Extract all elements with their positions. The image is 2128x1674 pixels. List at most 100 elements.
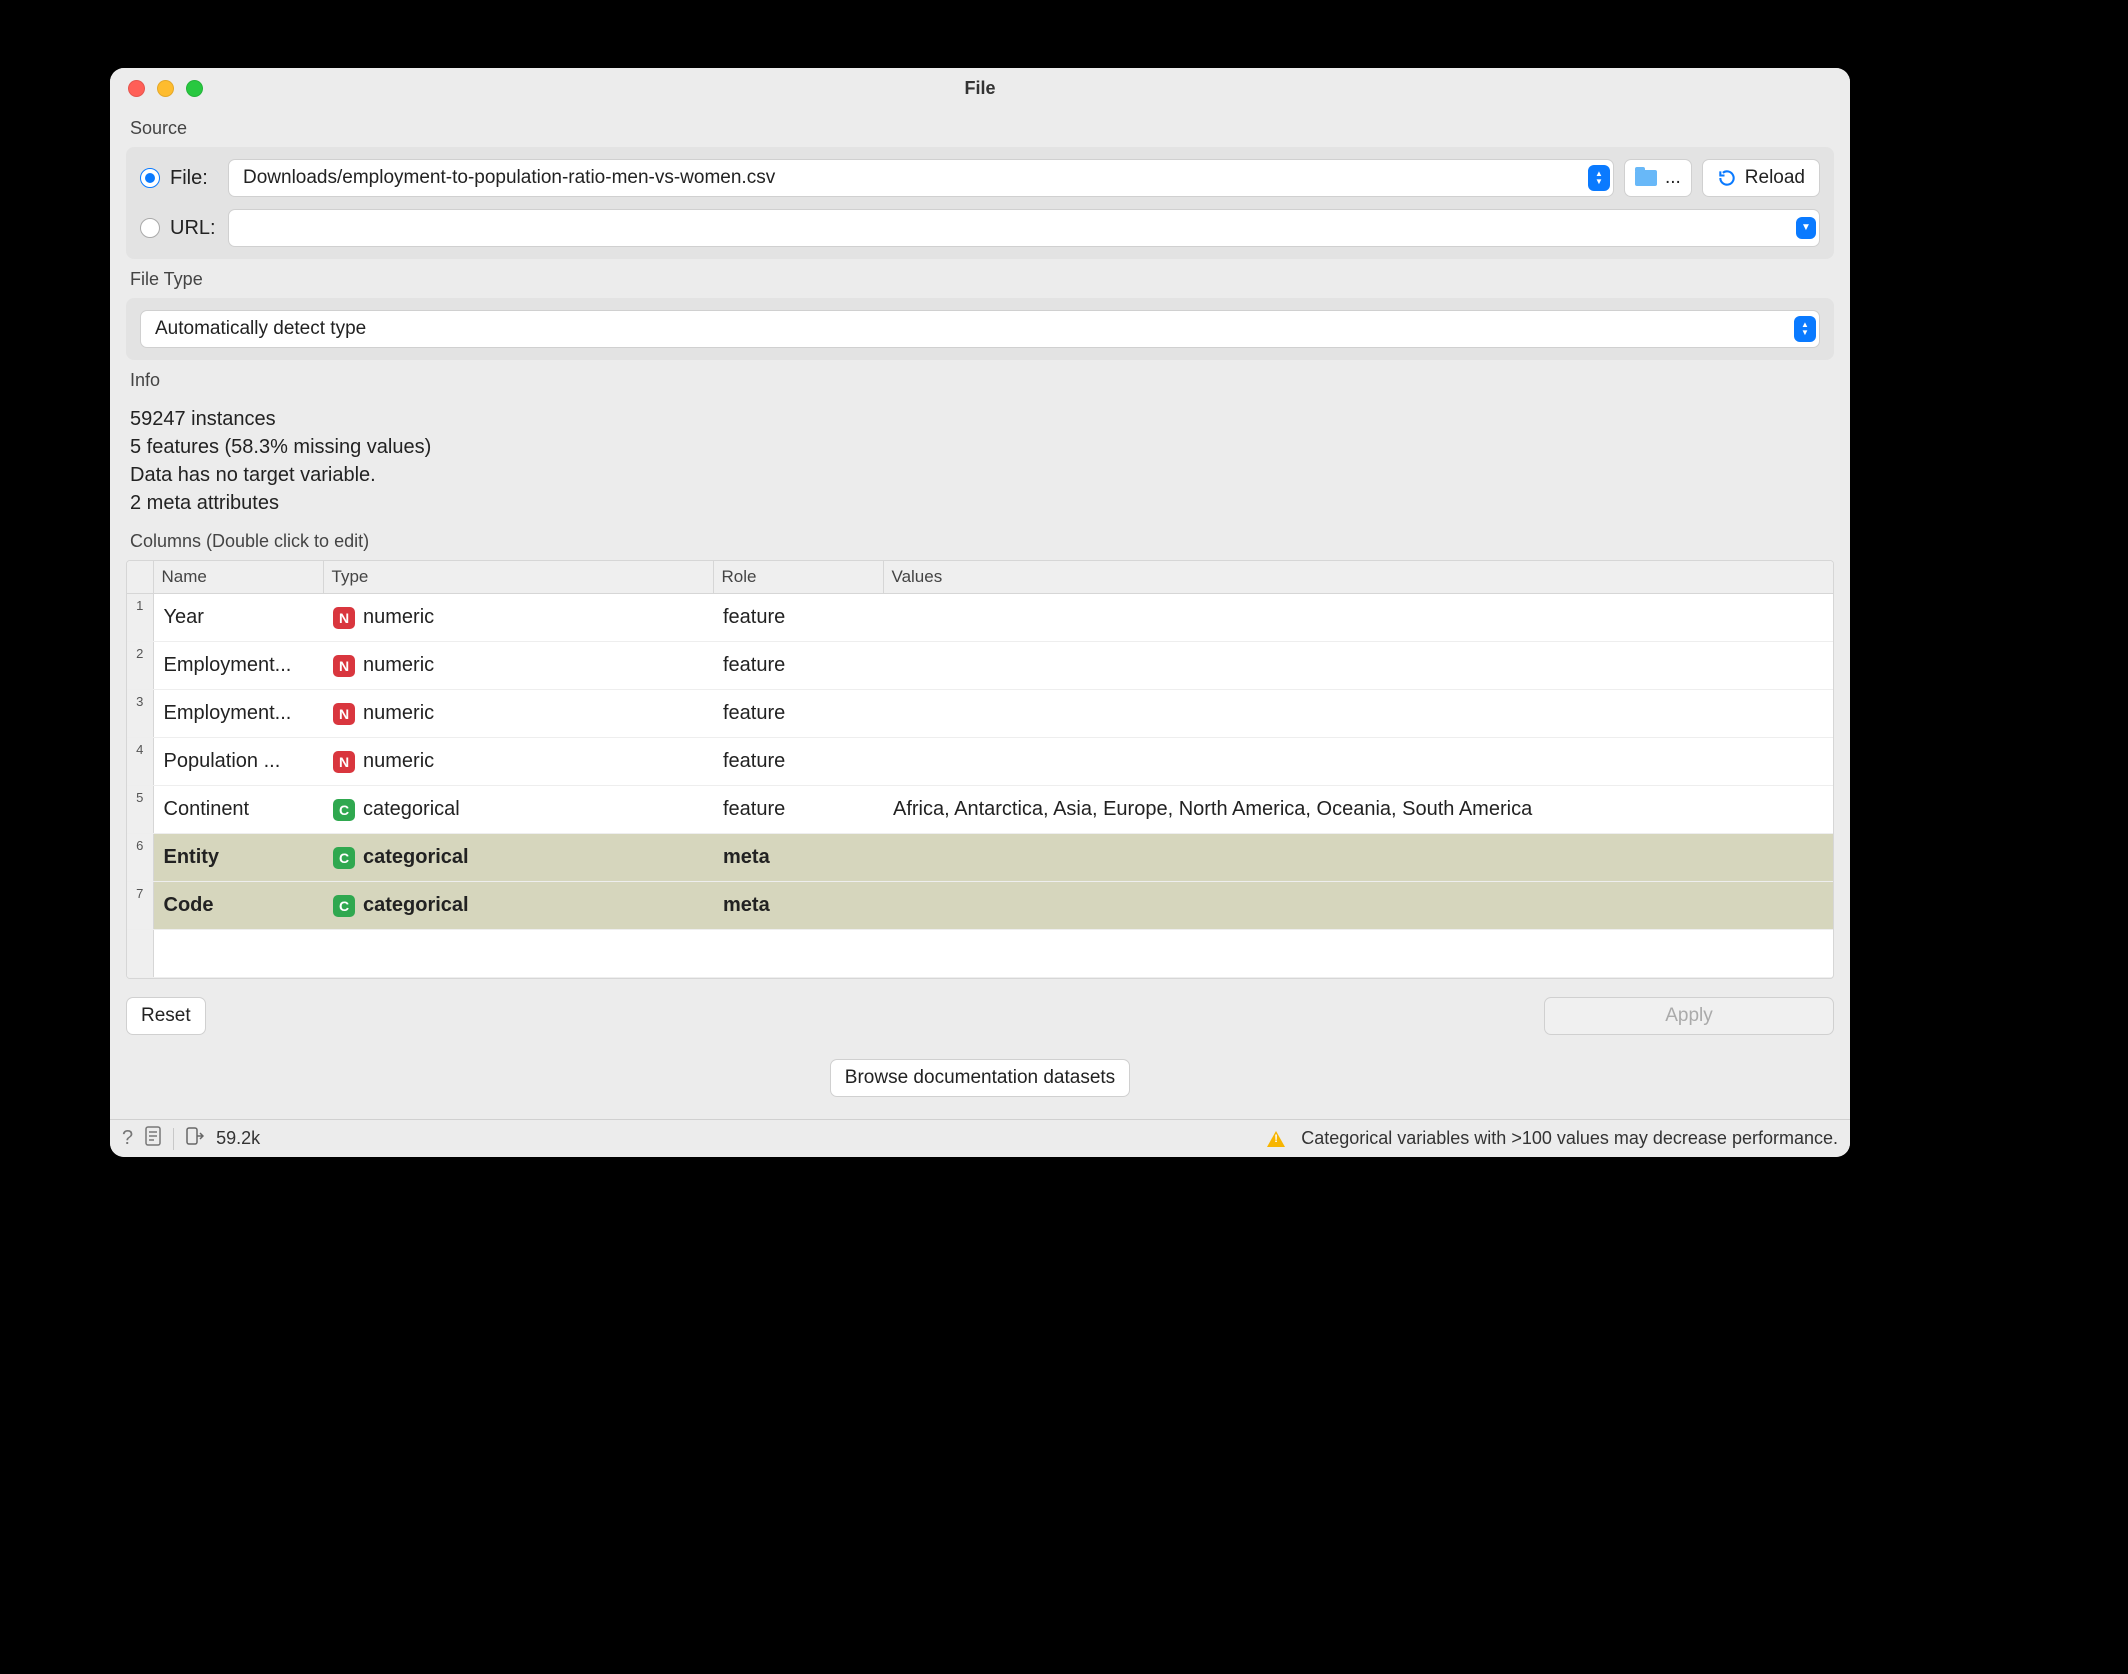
- cell-role[interactable]: feature: [713, 786, 883, 834]
- reload-label: Reload: [1745, 167, 1805, 189]
- table-row[interactable]: 7CodeCcategoricalmeta: [127, 882, 1833, 930]
- combo-stepper-icon[interactable]: ▲▼: [1588, 165, 1610, 191]
- url-row: URL: ▼: [140, 209, 1820, 247]
- col-header-name[interactable]: Name: [153, 561, 323, 594]
- cell-values[interactable]: Africa, Antarctica, Asia, Europe, North …: [883, 786, 1833, 834]
- info-text: 59247 instances 5 features (58.3% missin…: [126, 399, 1834, 521]
- filetype-combo[interactable]: Automatically detect type ▲▼: [140, 310, 1820, 348]
- file-path-combo[interactable]: Downloads/employment-to-population-ratio…: [228, 159, 1614, 197]
- cell-role[interactable]: feature: [713, 594, 883, 642]
- cell-name[interactable]: Employment...: [153, 690, 323, 738]
- type-badge-icon: N: [333, 703, 355, 725]
- cell-type[interactable]: Nnumeric: [323, 738, 713, 786]
- row-number-header: [127, 561, 153, 594]
- type-badge-icon: C: [333, 847, 355, 869]
- table-row[interactable]: 2Employment...Nnumericfeature: [127, 642, 1833, 690]
- cell-name[interactable]: Entity: [153, 834, 323, 882]
- col-header-role[interactable]: Role: [713, 561, 883, 594]
- columns-section-label: Columns (Double click to edit): [126, 521, 1834, 560]
- cell-type[interactable]: Ccategorical: [323, 834, 713, 882]
- warning-text: Categorical variables with >100 values m…: [1301, 1128, 1838, 1149]
- cell-name[interactable]: Code: [153, 882, 323, 930]
- info-line: 2 meta attributes: [130, 489, 1830, 517]
- apply-label: Apply: [1665, 1005, 1713, 1027]
- cell-values[interactable]: [883, 834, 1833, 882]
- table-row[interactable]: 5ContinentCcategoricalfeatureAfrica, Ant…: [127, 786, 1833, 834]
- cell-type[interactable]: Nnumeric: [323, 642, 713, 690]
- report-icon[interactable]: [145, 1126, 161, 1152]
- col-header-type[interactable]: Type: [323, 561, 713, 594]
- row-number: 6: [127, 834, 153, 882]
- combo-stepper-icon[interactable]: ▲▼: [1794, 316, 1816, 342]
- row-number: 1: [127, 594, 153, 642]
- cell-type[interactable]: Nnumeric: [323, 594, 713, 642]
- url-combo[interactable]: ▼: [228, 209, 1820, 247]
- filetype-box: Automatically detect type ▲▼: [126, 298, 1834, 360]
- window-title: File: [110, 78, 1850, 99]
- row-number: 7: [127, 882, 153, 930]
- file-radio[interactable]: [140, 168, 160, 188]
- cell-type[interactable]: Ccategorical: [323, 786, 713, 834]
- info-line: 59247 instances: [130, 405, 1830, 433]
- file-row: File: Downloads/employment-to-population…: [140, 159, 1820, 197]
- cell-role[interactable]: meta: [713, 882, 883, 930]
- browse-button[interactable]: ...: [1624, 159, 1692, 197]
- combo-dropdown-icon[interactable]: ▼: [1796, 217, 1816, 239]
- cell-values[interactable]: [883, 690, 1833, 738]
- status-divider: [173, 1128, 174, 1150]
- table-row[interactable]: 6EntityCcategoricalmeta: [127, 834, 1833, 882]
- cell-type[interactable]: Ccategorical: [323, 882, 713, 930]
- titlebar: File: [110, 68, 1850, 108]
- source-box: File: Downloads/employment-to-population…: [126, 147, 1834, 259]
- cell-role[interactable]: meta: [713, 834, 883, 882]
- reset-button[interactable]: Reset: [126, 997, 206, 1035]
- reload-button[interactable]: Reload: [1702, 159, 1820, 197]
- cell-values[interactable]: [883, 642, 1833, 690]
- cell-values[interactable]: [883, 882, 1833, 930]
- file-path-text: Downloads/employment-to-population-ratio…: [243, 167, 775, 189]
- cell-name[interactable]: Population ...: [153, 738, 323, 786]
- source-section-label: Source: [126, 108, 1834, 147]
- type-badge-icon: N: [333, 751, 355, 773]
- cell-name[interactable]: Continent: [153, 786, 323, 834]
- cell-role[interactable]: feature: [713, 690, 883, 738]
- apply-button: Apply: [1544, 997, 1834, 1035]
- type-badge-icon: C: [333, 799, 355, 821]
- output-icon: [186, 1127, 204, 1150]
- url-radio[interactable]: [140, 218, 160, 238]
- cell-role[interactable]: feature: [713, 738, 883, 786]
- folder-icon: [1635, 170, 1657, 186]
- cell-name[interactable]: Year: [153, 594, 323, 642]
- table-row[interactable]: 3Employment...Nnumericfeature: [127, 690, 1833, 738]
- output-count: 59.2k: [216, 1128, 260, 1149]
- row-number: 2: [127, 642, 153, 690]
- warning-icon: [1267, 1131, 1285, 1147]
- file-radio-label: File:: [170, 167, 218, 190]
- status-bar: ? 59.2k Categorical variables with >100 …: [110, 1119, 1850, 1157]
- buttons-row: Reset Apply: [126, 997, 1834, 1035]
- row-number: 5: [127, 786, 153, 834]
- help-icon[interactable]: ?: [122, 1127, 133, 1150]
- url-radio-label: URL:: [170, 217, 218, 240]
- filetype-section-label: File Type: [126, 259, 1834, 298]
- filetype-value: Automatically detect type: [155, 318, 366, 340]
- cell-type[interactable]: Nnumeric: [323, 690, 713, 738]
- cell-values[interactable]: [883, 738, 1833, 786]
- columns-table: Name Type Role Values 1YearNnumericfeatu…: [126, 560, 1834, 979]
- browse-docs-label: Browse documentation datasets: [845, 1067, 1115, 1089]
- table-row[interactable]: 4Population ...Nnumericfeature: [127, 738, 1833, 786]
- row-number: 4: [127, 738, 153, 786]
- cell-name[interactable]: Employment...: [153, 642, 323, 690]
- row-number: 3: [127, 690, 153, 738]
- cell-values[interactable]: [883, 594, 1833, 642]
- table-row[interactable]: 1YearNnumericfeature: [127, 594, 1833, 642]
- type-badge-icon: N: [333, 607, 355, 629]
- info-section-label: Info: [126, 360, 1834, 399]
- reset-label: Reset: [141, 1005, 191, 1027]
- col-header-values[interactable]: Values: [883, 561, 1833, 594]
- browse-docs-button[interactable]: Browse documentation datasets: [830, 1059, 1130, 1097]
- browse-label: ...: [1665, 167, 1681, 189]
- info-line: Data has no target variable.: [130, 461, 1830, 489]
- type-badge-icon: N: [333, 655, 355, 677]
- cell-role[interactable]: feature: [713, 642, 883, 690]
